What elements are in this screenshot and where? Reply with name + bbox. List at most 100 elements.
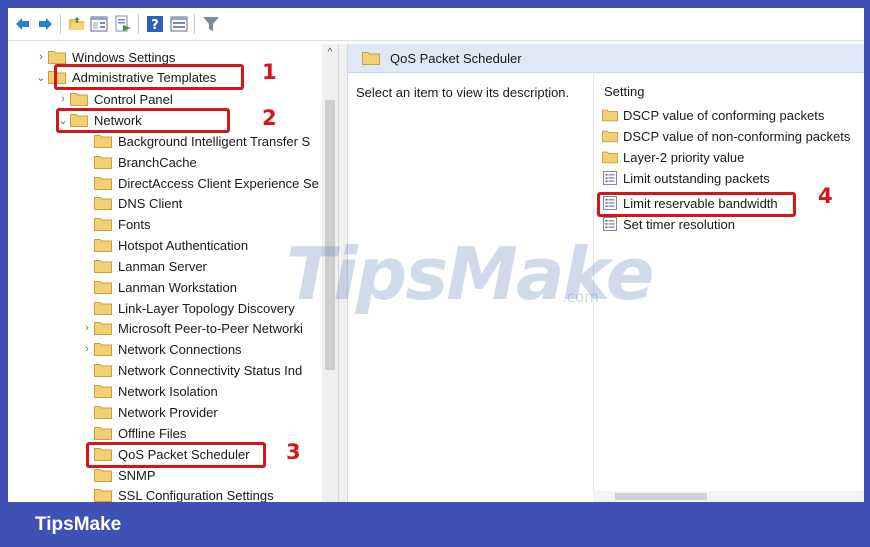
tree-item[interactable]: DirectAccess Client Experience Se bbox=[80, 173, 319, 193]
tree-item-label: Background Intelligent Transfer S bbox=[118, 133, 311, 149]
highlight-box-2 bbox=[56, 108, 230, 133]
step-number-3: 3 bbox=[286, 440, 301, 464]
tree-item-label: DirectAccess Client Experience Se bbox=[118, 175, 319, 191]
setting-item[interactable]: Layer-2 priority value bbox=[602, 147, 744, 167]
tree-item-label: Offline Files bbox=[118, 425, 187, 441]
tree-item[interactable]: Offline Files bbox=[80, 423, 186, 443]
export-list-icon[interactable] bbox=[114, 15, 132, 33]
setting-label: Layer-2 priority value bbox=[623, 149, 745, 165]
tree-item-label: Microsoft Peer-to-Peer Networki bbox=[118, 320, 303, 336]
highlight-box-3 bbox=[86, 442, 266, 468]
tree-item-label: BranchCache bbox=[118, 154, 197, 170]
setting-label: Limit outstanding packets bbox=[623, 170, 770, 186]
highlight-box-4 bbox=[597, 192, 796, 217]
folder-icon bbox=[362, 52, 380, 65]
details-header: QoS Packet Scheduler bbox=[348, 44, 864, 73]
toolbar-separator bbox=[60, 14, 61, 34]
policy-setting-icon bbox=[603, 171, 617, 185]
tree-item-label: DNS Client bbox=[118, 195, 183, 211]
tree-item[interactable]: DNS Client bbox=[80, 193, 182, 213]
expand-arrow-icon[interactable]: › bbox=[80, 322, 94, 334]
folder-icon bbox=[94, 406, 112, 419]
setting-column-header[interactable]: Setting bbox=[604, 84, 644, 99]
tree-item[interactable]: › Microsoft Peer-to-Peer Networki bbox=[80, 318, 303, 338]
details-hscrollbar[interactable] bbox=[593, 491, 864, 502]
folder-icon bbox=[94, 239, 112, 252]
collapse-arrow-icon[interactable]: ⌄ bbox=[34, 71, 48, 84]
tree-item-label: Control Panel bbox=[94, 91, 173, 107]
toolbar: ? bbox=[8, 8, 864, 41]
tree-item[interactable]: Network Connectivity Status Ind bbox=[80, 360, 302, 380]
frame-border-left bbox=[0, 0, 8, 547]
folder-icon bbox=[602, 151, 618, 164]
footer-bar: TipsMake bbox=[0, 502, 870, 547]
tree-item[interactable]: Network Isolation bbox=[80, 381, 218, 401]
folder-icon bbox=[602, 130, 618, 143]
tree-item[interactable]: Hotspot Authentication bbox=[80, 235, 248, 255]
tree-item-label: Fonts bbox=[118, 216, 151, 232]
toolbar-separator bbox=[194, 14, 195, 34]
forward-arrow-icon[interactable] bbox=[36, 15, 54, 33]
tree-item[interactable]: Fonts bbox=[80, 214, 151, 234]
tree-item[interactable]: › Control Panel bbox=[56, 89, 173, 109]
details-title: QoS Packet Scheduler bbox=[390, 50, 522, 66]
folder-icon bbox=[94, 135, 112, 148]
tree-item-label: Network Connectivity Status Ind bbox=[118, 362, 303, 378]
folder-icon bbox=[48, 51, 66, 64]
folder-icon bbox=[94, 364, 112, 377]
tree-item[interactable]: Lanman Workstation bbox=[80, 277, 237, 297]
folder-icon bbox=[94, 218, 112, 231]
highlight-box-1 bbox=[54, 64, 244, 90]
tree-item[interactable]: › Network Connections bbox=[80, 339, 242, 359]
setting-item[interactable]: Set timer resolution bbox=[602, 214, 735, 234]
hscroll-thumb[interactable] bbox=[615, 493, 707, 500]
folder-icon bbox=[94, 156, 112, 169]
help-icon[interactable]: ? bbox=[146, 15, 164, 33]
open-folder-icon[interactable] bbox=[68, 15, 86, 33]
back-arrow-icon[interactable] bbox=[14, 15, 32, 33]
step-number-4: 4 bbox=[818, 184, 833, 208]
tree-item-label: Hotspot Authentication bbox=[118, 237, 249, 253]
tree-item[interactable]: BranchCache bbox=[80, 152, 197, 172]
setting-label: Set timer resolution bbox=[623, 216, 735, 232]
folder-icon bbox=[94, 177, 112, 190]
tree-item-label: Network Connections bbox=[118, 341, 242, 357]
expand-arrow-icon[interactable]: › bbox=[80, 343, 94, 355]
tree-item-label: Windows Settings bbox=[72, 49, 176, 65]
description-text: Select an item to view its description. bbox=[356, 85, 570, 100]
folder-icon bbox=[94, 197, 112, 210]
properties-icon[interactable] bbox=[170, 15, 188, 33]
setting-item[interactable]: Limit outstanding packets bbox=[602, 168, 770, 188]
tree-item[interactable]: Background Intelligent Transfer S bbox=[80, 131, 310, 151]
footer-brand: TipsMake bbox=[35, 514, 122, 535]
tree-item[interactable]: Network Provider bbox=[80, 402, 218, 422]
tree-item-label: Lanman Server bbox=[118, 258, 207, 274]
step-number-2: 2 bbox=[262, 106, 277, 130]
scroll-up-icon[interactable]: ^ bbox=[322, 46, 338, 60]
setting-label: DSCP value of non-conforming packets bbox=[623, 128, 851, 144]
tree-item[interactable]: SNMP bbox=[80, 465, 156, 485]
show-hide-tree-icon[interactable] bbox=[90, 15, 108, 33]
tree-item-label: Link-Layer Topology Discovery bbox=[118, 300, 295, 316]
tree-item-label: Lanman Workstation bbox=[118, 279, 237, 295]
tree-item[interactable]: Link-Layer Topology Discovery bbox=[80, 298, 295, 318]
folder-icon bbox=[94, 427, 112, 440]
tree-item-label: Network Isolation bbox=[118, 383, 218, 399]
toolbar-separator bbox=[138, 14, 139, 34]
tree-item-label: Network Provider bbox=[118, 404, 218, 420]
folder-icon bbox=[94, 489, 112, 502]
expand-arrow-icon[interactable]: › bbox=[34, 51, 48, 63]
setting-item[interactable]: DSCP value of conforming packets bbox=[602, 105, 824, 125]
expand-arrow-icon[interactable]: › bbox=[56, 93, 70, 105]
policy-setting-icon bbox=[603, 217, 617, 231]
filter-icon[interactable] bbox=[202, 15, 220, 33]
svg-text:?: ? bbox=[151, 18, 159, 33]
watermark-suffix: .com bbox=[562, 288, 599, 306]
step-number-1: 1 bbox=[262, 60, 277, 84]
folder-icon bbox=[94, 343, 112, 356]
setting-label: DSCP value of conforming packets bbox=[623, 107, 825, 123]
folder-icon bbox=[94, 260, 112, 273]
folder-icon bbox=[94, 469, 112, 482]
setting-item[interactable]: DSCP value of non-conforming packets bbox=[602, 126, 850, 146]
tree-item[interactable]: Lanman Server bbox=[80, 256, 207, 276]
